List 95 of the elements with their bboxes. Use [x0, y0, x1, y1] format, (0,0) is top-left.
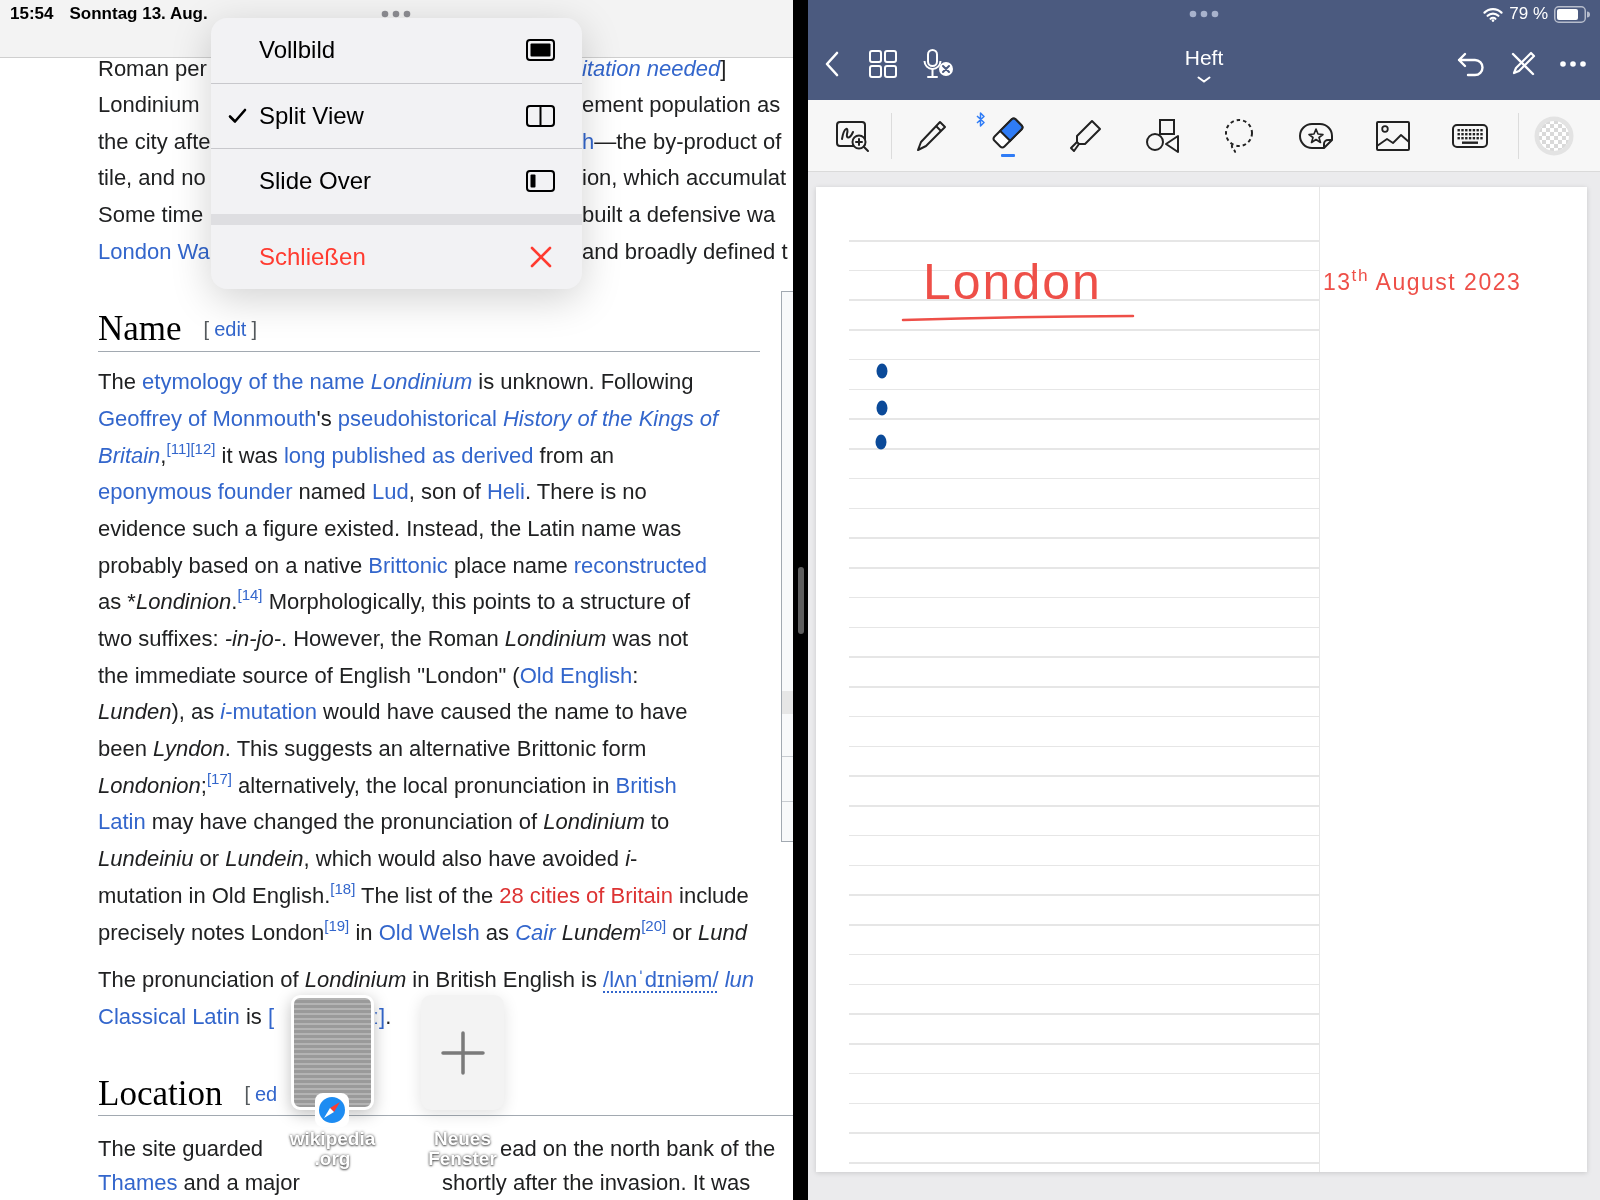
eraser-icon[interactable] — [989, 114, 1026, 157]
text-fragment: shortly after the invasion. It was — [442, 1170, 751, 1196]
reference-link[interactable]: [19] — [324, 916, 350, 934]
article-link[interactable]: Old English — [519, 662, 633, 688]
article-link[interactable]: Classical Latin — [98, 1003, 240, 1029]
text-fragment: Londinium — [98, 92, 200, 117]
text-fragment: ː]. — [373, 1003, 392, 1029]
text-fragment: Some time — [98, 202, 204, 228]
article-link[interactable]: h — [582, 128, 595, 154]
color-swatch-icon[interactable] — [1534, 115, 1574, 156]
text-fragment: tile, and no — [98, 165, 206, 191]
menu-item[interactable]: Slide Over — [211, 149, 582, 214]
article-link[interactable]: Thames — [98, 1170, 178, 1196]
text-fragment: Thames and a major — [98, 1170, 300, 1196]
article-link[interactable]: Brittonic — [368, 552, 448, 578]
article-link[interactable]: Geoffrey of Monmouth — [98, 405, 317, 431]
edit-link[interactable]: [ edit ] — [203, 317, 257, 342]
ink-dot-icon — [876, 400, 888, 416]
article-link[interactable]: i-mutation — [220, 699, 317, 725]
text-fragment: Roman per — [98, 56, 207, 81]
chevron-down-icon — [1197, 75, 1211, 83]
article-link[interactable]: Heli — [486, 479, 525, 505]
shapes-icon[interactable] — [1143, 117, 1180, 154]
menu-item[interactable]: Schließen — [211, 224, 582, 290]
article-link[interactable]: History of the Kings of — [502, 405, 719, 431]
text-fragment: The site guarded — [98, 1136, 264, 1162]
reference-link[interactable]: [18] — [330, 879, 356, 897]
microphone-off-icon[interactable] — [922, 49, 954, 79]
text-fragment: and broadly defined t — [582, 238, 788, 264]
window-thumbnail[interactable] — [291, 995, 374, 1110]
note-date: 13$^{th}$ August 2023 — [1323, 267, 1522, 297]
note-title: London — [923, 253, 1102, 312]
reference-link[interactable]: [17] — [206, 769, 232, 787]
text-fragment: The pronunciation of Londinium in British English is /lʌnˈdɪniəm/ lun — [98, 966, 754, 992]
plus-icon — [440, 1030, 485, 1075]
split-view-icon — [526, 104, 555, 127]
article-link[interactable]: ː] — [373, 1003, 386, 1029]
text-fragment: ead on the north bank of the — [500, 1136, 776, 1162]
article-link[interactable]: Cair — [515, 919, 556, 945]
article-link[interactable]: Latin — [98, 809, 146, 835]
section-heading: Name — [98, 309, 182, 350]
article-link[interactable]: itation needed — [582, 56, 721, 81]
battery-percentage: 79 % — [1509, 4, 1548, 24]
article-paragraph: The etymology of the name Londinium is unknown. Following Geoffrey of Monmouth's pseudohistorical History of the Kings of Britain,$^{[11]}$$^{[12]}$ it was long published as derived from an eponymous founder named Lud, son of Heli. There is no evidence such a figure existed. Instead, the Latin name was probably based on a native Brittonic place name reconstructed as *Londinion.$^{[14]}$ Morphologically, this points to a structure of two suffixes: -in-jo-. However, the Roman Londinium was not the immediate source of English "London" (Old English: Lunden), as i-mutation would have caused the name to have been Lyndon. This suggests an alternative Brittonic form Londonion;$^{[17]}$ alternatively, the local pronunciation in British Latin may have changed the pronunciation of Londinium to Lundeiniu or Lundein, which would also have avoided i- mutation in Old English.$^{[18]}$ The list of the 28 cities of Britain include precisely notes London$^{[19]}$ in Old Welsh as Cair Lundem$^{[20]}$ or Lund — [98, 368, 749, 947]
article-link[interactable]: etymology of the name Londinium — [142, 369, 473, 395]
reference-link[interactable]: [14] — [237, 586, 263, 604]
crossed-pen-icon[interactable] — [1510, 51, 1536, 77]
status-date: Sonntag 13. Aug. — [69, 3, 208, 26]
menu-item[interactable]: Vollbild — [211, 18, 582, 83]
ink-dot-icon — [875, 434, 887, 450]
article-link[interactable]: Britain — [98, 442, 161, 468]
article-link[interactable]: eponymous founder — [98, 479, 293, 505]
status-time: 15:54 — [10, 3, 54, 26]
edit-link[interactable]: [ ed — [244, 1081, 278, 1106]
close-icon — [530, 246, 552, 269]
section-heading: Location — [98, 1073, 223, 1114]
back-chevron-icon[interactable] — [825, 51, 839, 77]
text-fragment: itation needed] — [582, 56, 727, 81]
reference-link[interactable]: [12] — [190, 439, 216, 457]
pronunciation-link[interactable]: /lʌnˈdɪniəm/ — [603, 966, 719, 992]
window-label: wikipedia .org — [289, 1129, 376, 1169]
article-link[interactable]: lun — [724, 966, 754, 992]
text-fragment: built a defensive wa — [582, 202, 776, 228]
undo-icon[interactable] — [1456, 51, 1486, 77]
text-fragment: ion, which accumulat — [582, 165, 787, 191]
wifi-icon — [1483, 6, 1504, 22]
missing-article-link[interactable]: 28 cities of Britain — [499, 882, 673, 908]
divider-handle[interactable] — [797, 566, 804, 634]
window-label: Neues Fenster — [428, 1129, 497, 1169]
battery-icon — [1554, 5, 1590, 23]
more-icon[interactable] — [1560, 61, 1586, 67]
fullscreen-icon — [526, 39, 555, 62]
article-link[interactable]: Lud — [371, 479, 409, 505]
article-link[interactable]: London Wa — [98, 238, 210, 264]
reference-link[interactable]: [20] — [641, 916, 667, 934]
menu-item[interactable]: Split View — [211, 83, 582, 149]
article-link[interactable]: Old Welsh — [378, 919, 480, 945]
multitasking-dots-icon[interactable] — [381, 10, 411, 18]
checkmark-icon — [228, 107, 247, 124]
article-link[interactable]: British — [615, 772, 677, 798]
notebook-title-button[interactable]: Heft — [1184, 45, 1224, 83]
article-link[interactable]: reconstructed — [573, 552, 708, 578]
article-link[interactable]: [ — [267, 1003, 275, 1029]
text-fragment: ement population as — [582, 92, 781, 117]
text-fragment: the city afte — [98, 128, 211, 154]
reference-link[interactable]: [11] — [166, 439, 191, 457]
grid-icon[interactable] — [869, 50, 897, 78]
bluetooth-icon — [976, 111, 985, 127]
article-link[interactable]: long published as derived — [283, 442, 534, 468]
text-fragment: h—the by-product of — [582, 128, 782, 154]
multitasking-dots-icon[interactable] — [1189, 10, 1219, 18]
ink-dot-icon — [876, 363, 888, 379]
article-link[interactable]: pseudohistorical — [337, 405, 497, 431]
text-fragment: Classical Latin is [ — [98, 1003, 275, 1029]
side-panel-icon — [526, 170, 555, 193]
